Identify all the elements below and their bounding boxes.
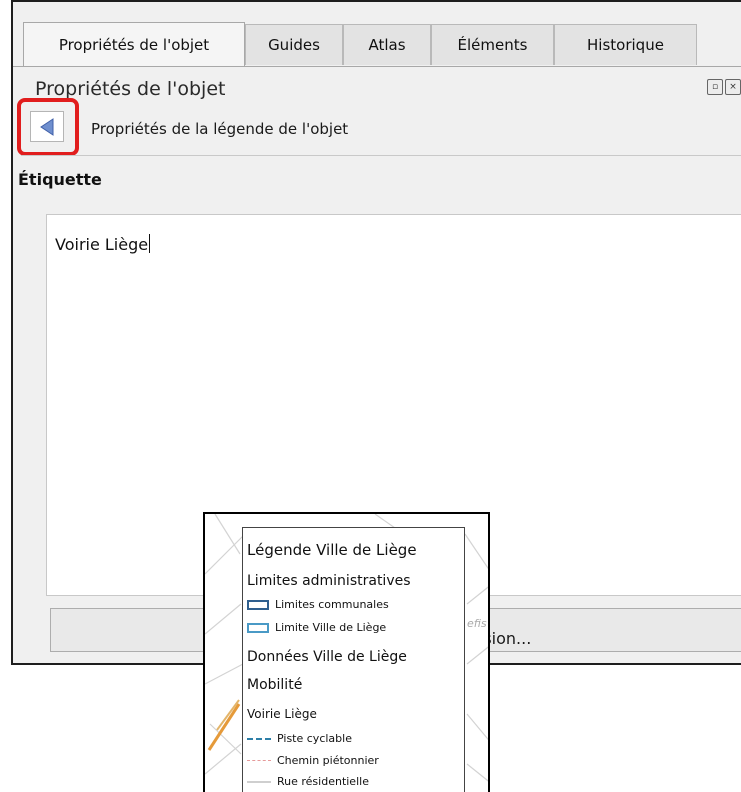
back-button[interactable] (30, 111, 64, 142)
float-icon[interactable]: ▫ (707, 79, 723, 95)
separator (21, 155, 741, 156)
legend-group-heading: Limites administratives (247, 573, 411, 589)
polygon-symbol (247, 622, 269, 633)
tab-divider (13, 66, 741, 67)
triangle-left-icon (40, 117, 54, 136)
legend-preview: efis Légende Ville de Liège Limites admi… (203, 512, 490, 792)
legend-item-label: Limite Ville de Liège (275, 621, 387, 634)
line-symbol (247, 760, 271, 761)
tab-atlas[interactable]: Atlas (343, 24, 431, 65)
tab-label: Atlas (368, 36, 406, 54)
tab-label: Guides (268, 36, 320, 54)
tab-guides[interactable]: Guides (245, 24, 343, 65)
legend-group-heading: Mobilité (247, 677, 303, 693)
tab-history[interactable]: Historique (554, 24, 697, 65)
legend-item-label: Limites communales (275, 598, 389, 611)
label-group-title: Étiquette (18, 170, 102, 189)
tab-bar: Propriétés de l'objet Guides Atlas Éléme… (23, 22, 741, 67)
line-symbol (247, 780, 271, 783)
dock-controls: ▫ × (707, 79, 741, 95)
panel-title: Propriétés de l'objet (35, 78, 226, 100)
legend-item: Chemin piétonnier (247, 754, 379, 767)
tab-label: Propriétés de l'objet (58, 36, 210, 54)
close-icon[interactable]: × (725, 79, 741, 95)
tab-elements[interactable]: Éléments (431, 24, 554, 65)
back-subtitle: Propriétés de la légende de l'objet (91, 120, 349, 138)
polygon-symbol (247, 599, 269, 610)
legend-title: Légende Ville de Liège (247, 541, 417, 559)
tab-item-properties[interactable]: Propriétés de l'objet (23, 22, 245, 67)
map-street-label: efis (467, 617, 487, 630)
legend-item: Limite Ville de Liège (247, 621, 386, 634)
legend-item: Limites communales (247, 598, 389, 611)
legend-item-label: Piste cyclable (277, 732, 352, 745)
label-value: Voirie Liège (55, 235, 149, 254)
text-caret (149, 234, 151, 253)
legend-item: Rue résidentielle (247, 775, 369, 788)
tab-label: Éléments (457, 36, 528, 54)
legend-group-heading: Données Ville de Liège (247, 649, 407, 665)
legend-item-label: Rue résidentielle (277, 775, 369, 788)
line-symbol (247, 737, 271, 740)
tab-label: Historique (587, 36, 664, 54)
legend-item: Piste cyclable (247, 732, 352, 745)
legend-subgroup: Voirie Liège (247, 707, 317, 721)
label-text: Voirie Liège (55, 234, 151, 254)
legend-item-label: Chemin piétonnier (277, 754, 379, 767)
